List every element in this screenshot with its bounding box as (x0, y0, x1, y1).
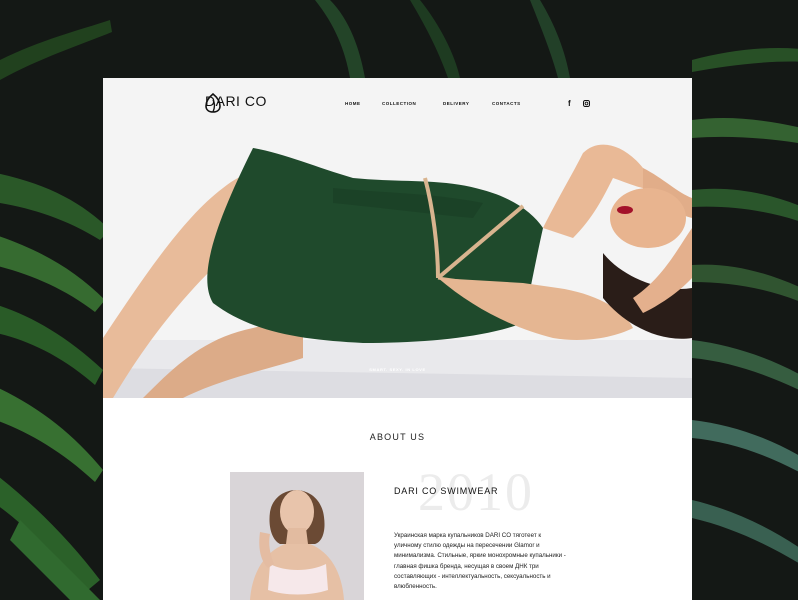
logo-mark-icon (205, 93, 221, 113)
nav-item-collection[interactable]: COLLECTION (382, 101, 416, 106)
logo[interactable]: DARI CO (205, 93, 267, 113)
website-mockup: DARI CO HOME COLLECTION DELIVERY CONTACT… (103, 78, 692, 600)
about-model-photo (230, 472, 364, 600)
nav-item-home[interactable]: HOME (345, 101, 361, 106)
about-section-title: ABOUT US (369, 432, 426, 442)
nav-item-contacts[interactable]: CONTACTS (492, 101, 521, 106)
top-navigation: DARI CO HOME COLLECTION DELIVERY CONTACT… (103, 78, 692, 130)
brand-description: Украинская марка купальников DARI CO тяг… (394, 532, 566, 591)
nav-item-delivery[interactable]: DELIVERY (443, 101, 469, 106)
brand-heading: DARI CO SWIMWEAR (394, 486, 499, 496)
hero-tagline: SMART. SEXY. IN LOVE (369, 367, 426, 372)
instagram-icon[interactable] (583, 100, 590, 107)
model-photo-image (230, 472, 364, 600)
facebook-icon[interactable]: f (568, 99, 571, 108)
hero-banner: DARI CO HOME COLLECTION DELIVERY CONTACT… (103, 78, 692, 398)
